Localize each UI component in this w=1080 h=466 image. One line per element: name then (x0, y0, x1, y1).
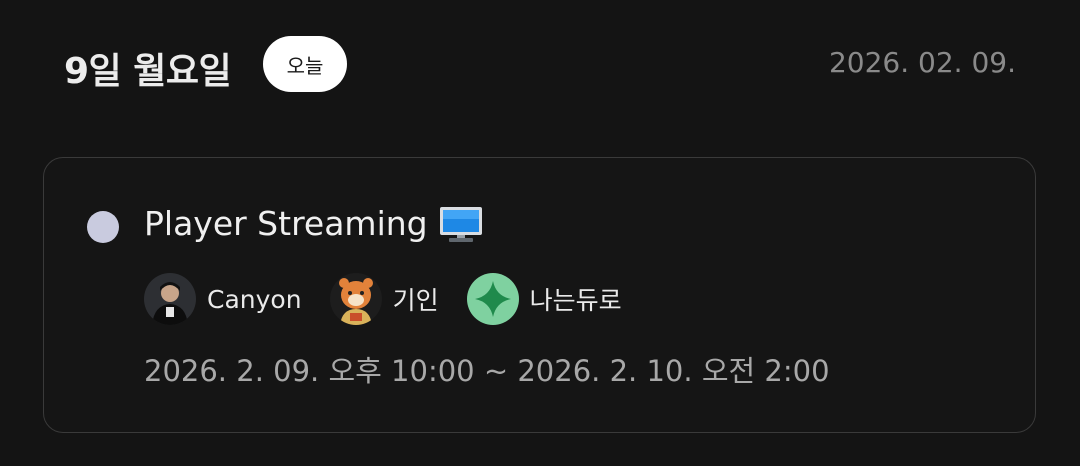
day-title: 9일 월요일 (64, 51, 232, 92)
participant-list: Canyon 기인 나는듀로 (144, 272, 650, 326)
participant-name: Canyon (207, 284, 302, 314)
participant-item[interactable]: 나는듀로 (466, 273, 622, 325)
event-status-dot (87, 211, 119, 243)
participant-item[interactable]: Canyon (144, 273, 302, 325)
event-time-range: 2026. 2. 09. 오후 10:00 ~ 2026. 2. 10. 오전 … (144, 354, 830, 388)
canyon-avatar (144, 273, 196, 325)
today-badge[interactable]: 오늘 (263, 36, 347, 92)
green-sparkle-avatar (466, 273, 519, 325)
tiger-mascot-avatar (329, 273, 382, 325)
event-card[interactable]: Player Streaming Canyon 기인 나는듀로 2026. 2.… (43, 157, 1036, 433)
event-title-row: Player Streaming (144, 204, 484, 243)
desktop-monitor-icon (438, 205, 484, 243)
participant-name: 기인 (392, 286, 439, 315)
day-header: 9일 월요일 오늘 2026. 02. 09. (64, 36, 1016, 92)
event-title: Player Streaming (144, 204, 428, 243)
header-date: 2026. 02. 09. (828, 46, 1016, 79)
participant-item[interactable]: 기인 (329, 273, 439, 325)
participant-name: 나는듀로 (529, 286, 622, 315)
